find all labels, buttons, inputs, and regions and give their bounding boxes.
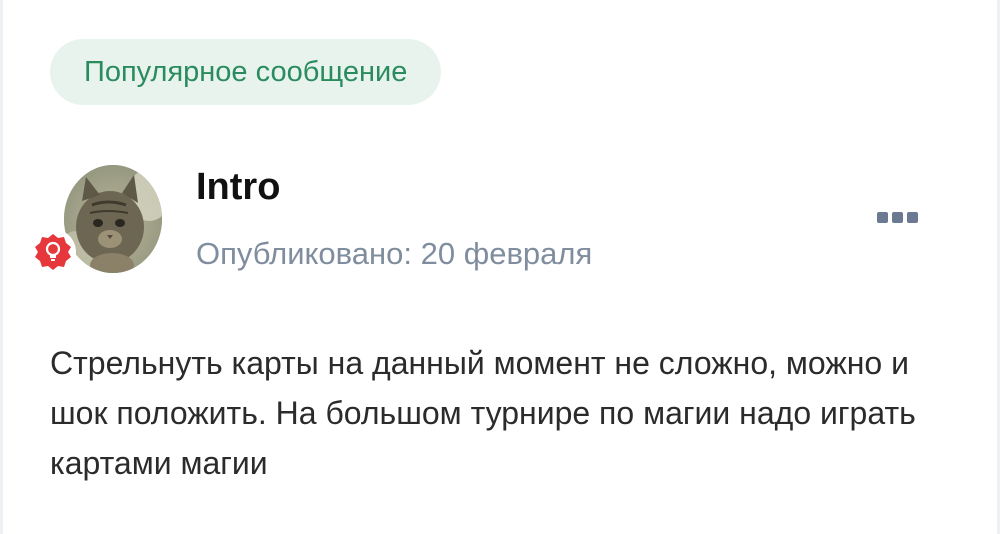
cat-photo-icon xyxy=(64,165,162,273)
more-options-icon xyxy=(877,211,888,223)
post-card: Популярное сообщение Intro Опубликовано:… xyxy=(0,0,1000,534)
more-options-button[interactable] xyxy=(877,206,925,228)
more-options-icon-dot xyxy=(892,211,903,223)
lightbulb-icon xyxy=(35,234,71,270)
role-badge xyxy=(30,229,76,275)
author-avatar[interactable] xyxy=(64,165,162,273)
more-options-icon-dot xyxy=(907,211,918,223)
post-text: Стрельнуть карты на данный момент не сло… xyxy=(50,345,916,481)
author-name[interactable]: Intro xyxy=(196,165,280,209)
popular-message-badge: Популярное сообщение xyxy=(50,39,442,105)
published-date: Опубликовано: 20 февраля xyxy=(196,236,593,271)
